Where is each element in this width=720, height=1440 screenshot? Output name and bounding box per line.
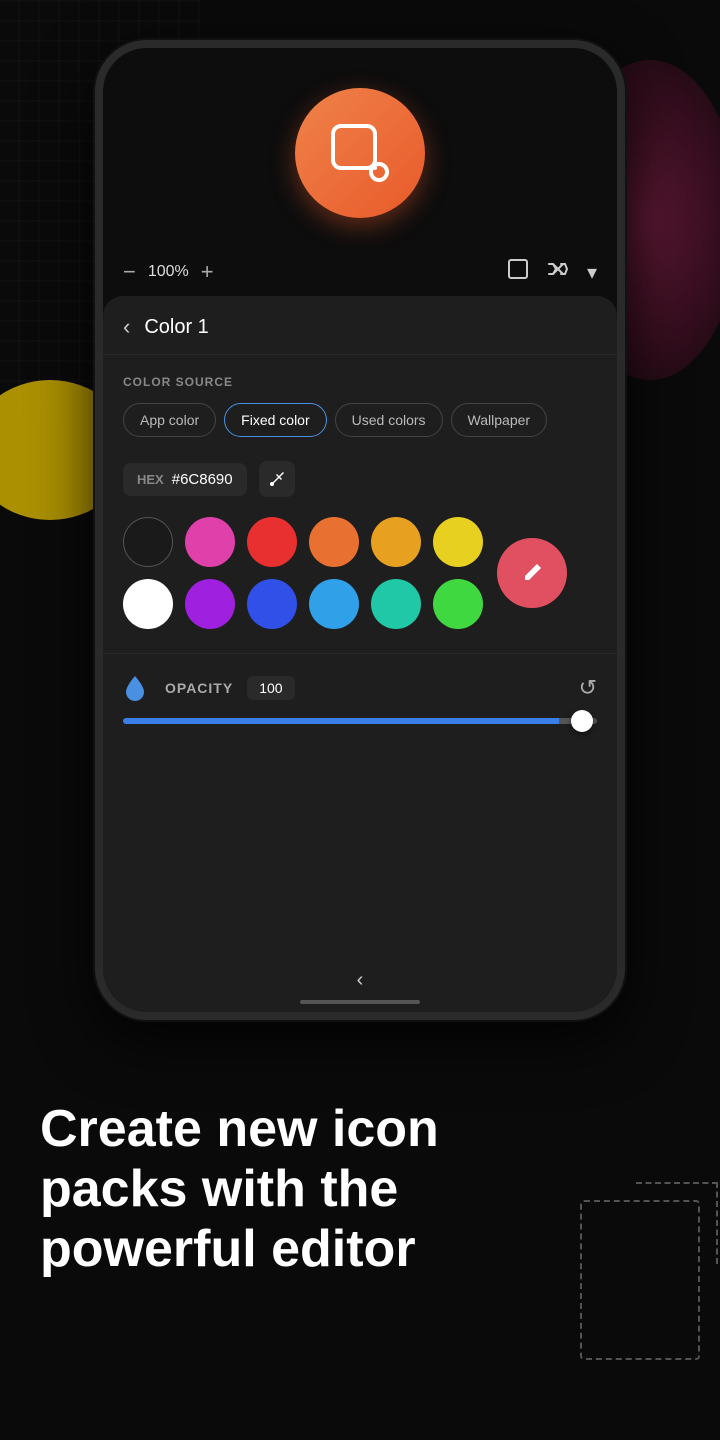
tab-fixed-color[interactable]: Fixed color: [224, 403, 326, 437]
home-indicator: [300, 1000, 420, 1004]
tab-wallpaper[interactable]: Wallpaper: [451, 403, 548, 437]
edit-color-button[interactable]: [497, 538, 567, 608]
panel-divider: [103, 653, 617, 654]
panel-title: Color 1: [144, 316, 208, 339]
swatch-teal[interactable]: [371, 579, 421, 629]
panel-content: COLOR SOURCE App color Fixed color Used …: [103, 355, 617, 953]
reset-opacity-button[interactable]: ↺: [579, 675, 597, 701]
swatch-black[interactable]: [123, 517, 173, 567]
hex-input-wrapper: HEX #6C8690: [123, 463, 247, 496]
swatch-purple[interactable]: [185, 579, 235, 629]
shuffle-icon[interactable]: [547, 258, 569, 286]
swatch-orange[interactable]: [309, 517, 359, 567]
zoom-out-button[interactable]: −: [123, 261, 136, 283]
opacity-icon: [123, 674, 151, 702]
color-source-tabs: App color Fixed color Used colors Wallpa…: [123, 403, 597, 437]
panel-back-button[interactable]: ‹: [123, 314, 130, 340]
opacity-value: 100: [247, 676, 294, 700]
app-icon: [295, 88, 425, 218]
hex-label: HEX: [137, 472, 164, 487]
toolbar-left: − 100% +: [123, 261, 214, 283]
app-icon-area: [103, 48, 617, 248]
headline-text: Create new icon packs with the powerful …: [40, 1100, 440, 1279]
tab-used-colors[interactable]: Used colors: [335, 403, 443, 437]
swatch-pink[interactable]: [185, 517, 235, 567]
swatch-green[interactable]: [433, 579, 483, 629]
dropdown-icon[interactable]: ▾: [587, 260, 597, 285]
eyedropper-button[interactable]: [259, 461, 295, 497]
hex-value: #6C8690: [172, 471, 233, 488]
color-source-label: COLOR SOURCE: [123, 375, 597, 389]
nav-back-button[interactable]: ‹: [327, 963, 394, 998]
swatch-red[interactable]: [247, 517, 297, 567]
tab-app-color[interactable]: App color: [123, 403, 216, 437]
toolbar-right: ▾: [507, 258, 597, 286]
swatch-blue[interactable]: [247, 579, 297, 629]
panel-header: ‹ Color 1: [103, 296, 617, 355]
hex-row: HEX #6C8690: [123, 461, 597, 497]
color-panel: ‹ Color 1 COLOR SOURCE App color Fixed c…: [103, 296, 617, 1012]
phone-frame: − 100% + ▾ ‹: [95, 40, 625, 1020]
dashed-rect-decoration: [580, 1200, 700, 1360]
app-icon-svg: [325, 118, 395, 188]
swatch-amber[interactable]: [371, 517, 421, 567]
swatch-light-blue[interactable]: [309, 579, 359, 629]
bottom-nav: ‹: [103, 953, 617, 1012]
swatch-yellow[interactable]: [433, 517, 483, 567]
fullscreen-icon[interactable]: [507, 258, 529, 286]
toolbar: − 100% + ▾: [103, 248, 617, 296]
zoom-in-button[interactable]: +: [201, 261, 214, 283]
zoom-value: 100%: [148, 263, 189, 281]
opacity-label: OPACITY: [165, 680, 233, 696]
opacity-row: OPACITY 100 ↺: [123, 674, 597, 702]
phone-screen: − 100% + ▾ ‹: [103, 48, 617, 1012]
slider-thumb[interactable]: [571, 710, 593, 732]
swatch-white[interactable]: [123, 579, 173, 629]
opacity-slider[interactable]: [123, 718, 597, 724]
